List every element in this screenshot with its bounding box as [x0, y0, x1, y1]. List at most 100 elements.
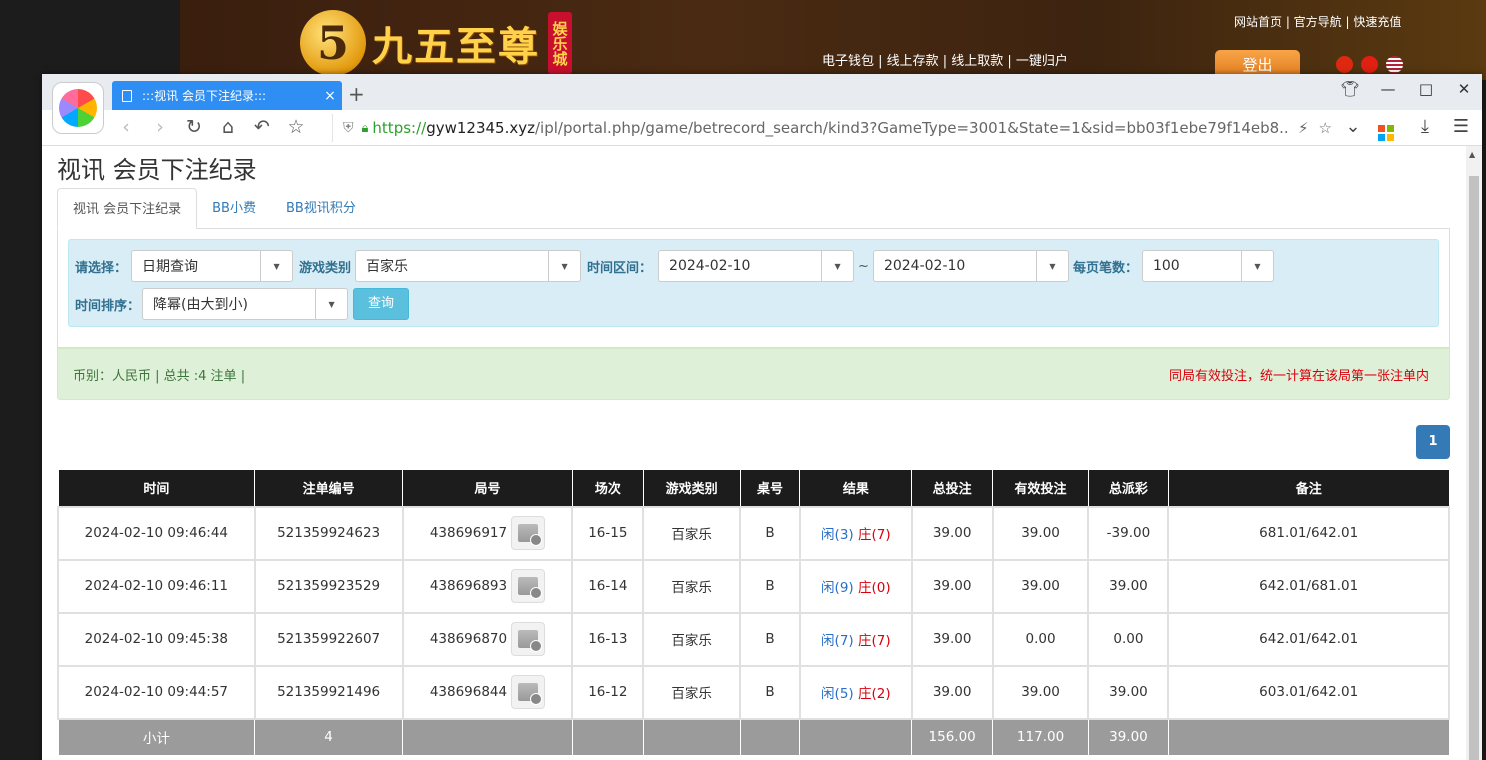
caret-down-icon: ▼ [548, 251, 580, 281]
cell-session: 16-12 [571, 664, 645, 720]
scrollbar-thumb[interactable] [1469, 176, 1479, 760]
back-icon[interactable]: ‹ [116, 116, 136, 138]
video-replay-icon[interactable] [511, 675, 546, 709]
home-icon[interactable]: ⌂ [218, 116, 238, 138]
caret-down-icon: ▼ [821, 251, 853, 281]
video-replay-icon[interactable] [511, 569, 546, 603]
game-type-select[interactable]: 百家乐 ▼ [355, 250, 582, 282]
subtotal-empty [1167, 718, 1450, 756]
per-page-select[interactable]: 100 ▼ [1141, 250, 1274, 282]
browser-toolbar: ‹ › ↻ ⌂ ↶ ☆ ⛨ 🔒︎ https:// gyw12345.xyz /… [42, 110, 1482, 146]
col-header: 总投注 [911, 469, 994, 507]
tab-video-bets[interactable]: 视讯 会员下注纪录 [57, 188, 198, 229]
cell-session: 16-15 [571, 505, 645, 561]
site-wallet-links[interactable]: 电子钱包 | 线上存款 | 线上取款 | 一键归户 [822, 50, 1068, 69]
col-header: 时间 [57, 469, 256, 507]
hk-flag-icon[interactable] [1336, 56, 1353, 73]
sort-select[interactable]: 降幂(由大到小) ▼ [142, 288, 349, 320]
filter-row-2: 时间排序： 降幂(由大到小) ▼ 查询 [75, 288, 410, 320]
cell-valid-bet: 39.00 [991, 558, 1090, 614]
sort-label: 时间排序： [75, 298, 141, 314]
page-scrollbar[interactable]: ▲ [1466, 146, 1482, 760]
pagination-page-1[interactable]: 1 [1416, 425, 1450, 459]
maximize-icon[interactable]: □ [1416, 80, 1436, 98]
date-to-value: 2024-02-10 [883, 258, 966, 274]
cell-total-bet[interactable]: 39.00 [910, 664, 994, 720]
range-separator: ~ [858, 258, 869, 274]
round-number: 438696893 [429, 578, 508, 594]
cell-total-bet[interactable]: 39.00 [910, 611, 994, 667]
forward-icon[interactable]: › [150, 116, 170, 138]
scroll-up-icon[interactable]: ▲ [1469, 150, 1475, 159]
tab-bb-points[interactable]: BB视讯积分 [271, 188, 371, 229]
cell-round: 438696893 [401, 558, 574, 614]
browser-tab[interactable]: :::视讯 会员下注纪录::: × [112, 81, 342, 110]
shield-icon[interactable]: ⛨ [343, 120, 354, 136]
result-player: 闲(9) [821, 580, 854, 596]
query-type-select[interactable]: 日期查询 ▼ [131, 250, 294, 282]
tab-close-icon[interactable]: × [318, 88, 342, 104]
lightning-icon[interactable]: ⚡︎ [1298, 119, 1309, 137]
cell-total-bet[interactable]: 39.00 [910, 505, 994, 561]
download-icon[interactable]: ⤓ [1414, 116, 1436, 141]
col-header: 备注 [1167, 469, 1450, 507]
query-button[interactable]: 查询 [353, 288, 410, 320]
date-to-select[interactable]: 2024-02-10 ▼ [872, 250, 1069, 282]
us-flag-icon[interactable] [1386, 56, 1403, 73]
cell-round: 438696870 [401, 611, 574, 667]
cell-note: 681.01/642.01 [1167, 505, 1450, 561]
cell-valid-bet: 39.00 [991, 505, 1090, 561]
col-header: 桌号 [739, 469, 801, 507]
logo-digit: 5 [300, 10, 366, 76]
filter-panel: 请选择： 日期查询 ▼ 游戏类别 百家乐 ▼ 时间区间： 2024-02-10 … [68, 239, 1439, 327]
summary-bar: 币别：人民币 | 总共 :4 注单 | 同局有效投注，统一计算在该局第一张注单内 [57, 348, 1450, 400]
cell-round: 438696917 [401, 505, 574, 561]
video-replay-icon[interactable] [511, 516, 546, 550]
document-icon [122, 89, 132, 102]
cell-total-bet[interactable]: 39.00 [910, 558, 994, 614]
subtotal-empty [402, 718, 573, 756]
bet-records-table: 时间 注单编号 局号 场次 游戏类别 桌号 结果 总投注 有效投注 总派彩 备注… [57, 469, 1450, 756]
cell-result: 闲(9) 庄(0) [798, 558, 913, 614]
per-page-value: 100 [1152, 258, 1180, 274]
cell-payout: 39.00 [1087, 664, 1170, 720]
bookmark-star-icon[interactable]: ☆ [286, 116, 306, 138]
date-from-select[interactable]: 2024-02-10 ▼ [658, 250, 855, 282]
filter-row-1: 请选择： 日期查询 ▼ 游戏类别 百家乐 ▼ 时间区间： 2024-02-10 … [75, 250, 1274, 282]
subtotal-valid-bet: 117.00 [992, 718, 1089, 756]
language-flags[interactable] [1336, 56, 1403, 73]
cell-table: B [739, 558, 801, 614]
url-path: /ipl/portal.php/game/betrecord_search/ki… [534, 119, 1290, 137]
browser-logo-icon[interactable] [52, 82, 104, 134]
cell-note: 603.01/642.01 [1167, 664, 1450, 720]
caret-down-icon: ▼ [260, 251, 292, 281]
new-tab-button[interactable]: + [348, 82, 365, 106]
col-header: 有效投注 [992, 469, 1089, 507]
chevron-down-icon[interactable]: ⌄ [1342, 116, 1364, 141]
toolbar-right-tools: ⌄ ⤓ ☰ [1342, 116, 1472, 141]
summary-text: 币别：人民币 | 总共 :4 注单 | [73, 368, 246, 384]
result-player: 闲(5) [821, 686, 854, 702]
cn-flag-icon[interactable] [1361, 56, 1378, 73]
date-from-value: 2024-02-10 [669, 258, 751, 274]
cell-note: 642.01/642.01 [1167, 611, 1450, 667]
query-type-value: 日期查询 [142, 259, 199, 275]
round-number: 438696870 [429, 631, 508, 647]
url-scheme: https:// [372, 119, 427, 137]
address-bar[interactable]: ⛨ 🔒︎ https:// gyw12345.xyz /ipl/portal.p… [332, 114, 1332, 142]
tab-bb-tips[interactable]: BB小费 [197, 188, 271, 229]
minimize-icon[interactable]: — [1378, 80, 1398, 98]
menu-icon[interactable]: ☰ [1450, 116, 1472, 141]
apps-icon[interactable] [1378, 116, 1400, 141]
undo-icon[interactable]: ↶ [252, 116, 272, 138]
site-top-links[interactable]: 网站首页 | 官方导航 | 快速充值 [1234, 13, 1401, 30]
close-window-icon[interactable]: ✕ [1454, 80, 1474, 98]
skin-icon[interactable]: 👕︎ [1340, 80, 1360, 98]
reload-icon[interactable]: ↻ [184, 116, 204, 138]
cell-table: B [739, 664, 801, 720]
cell-result: 闲(5) 庄(2) [798, 664, 913, 720]
table-row: 2024-02-10 09:46:44 521359924623 4386969… [57, 505, 1450, 561]
favorite-star-icon[interactable]: ☆ [1319, 119, 1332, 137]
video-replay-icon[interactable] [511, 622, 546, 656]
tab-title: :::视讯 会员下注纪录::: [142, 89, 267, 103]
